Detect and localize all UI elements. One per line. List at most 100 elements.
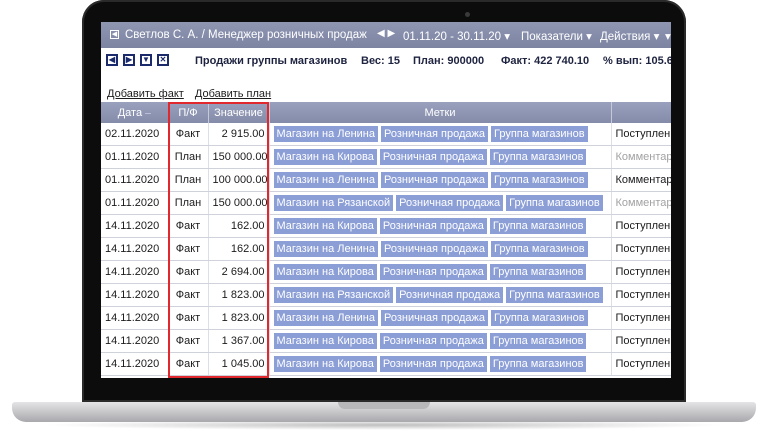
cell-date: 01.11.2020 <box>101 191 169 215</box>
tag-badge[interactable]: Розничная продажа <box>379 218 487 234</box>
dropdown-icon[interactable]: ▼ <box>140 54 152 66</box>
col-date-header[interactable]: Дата ─ <box>101 102 169 123</box>
add-fact-link[interactable]: Добавить факт <box>107 88 184 100</box>
cell-tags: Магазин на Ленина Розничная продажа Группа… <box>269 306 612 330</box>
prev-arrow-icon[interactable]: ◀ <box>377 28 385 39</box>
col-tags-label: Метки <box>424 106 456 119</box>
tag-badge[interactable]: Розничная продажа <box>396 287 504 303</box>
tag-badge[interactable]: Розничная продажа <box>396 195 504 211</box>
camera-dot <box>465 12 470 17</box>
table-row[interactable]: 14.11.2020 Факт 1 367.00 Магазин на Кирова Р… <box>101 329 671 353</box>
col-comment-header[interactable] <box>611 102 671 123</box>
tag-badge[interactable]: Группа магазинов <box>506 287 603 303</box>
toolbar: ◀ ▶ ▼ ✕ Продажи группы магазинов Вес: 15… <box>101 52 671 72</box>
cell-tags: Магазин на Кирова Розничная продажа Группа… <box>269 352 612 376</box>
group-title: Продажи группы магазинов <box>195 55 348 67</box>
tag-badge[interactable]: Магазин на Кирова <box>273 149 377 165</box>
cell-pf: Факт <box>168 352 209 376</box>
cell-comment: Поступлени <box>611 123 671 146</box>
cell-pf: Факт <box>168 237 209 261</box>
cell-comment: Поступлени <box>611 260 671 284</box>
tag-badge[interactable]: Магазин на Ленина <box>273 241 378 257</box>
tag-badge[interactable]: Группа магазинов <box>489 356 587 372</box>
table-row[interactable]: 14.11.2020 Факт 162.00 Магазин на Ленина Роз… <box>101 237 671 261</box>
cell-tags: Магазин на Кирова Розничная продажа Группа… <box>269 260 612 284</box>
tag-badge[interactable]: Магазин на Кирова <box>273 356 377 372</box>
tag-badge[interactable]: Магазин на Кирова <box>273 333 377 349</box>
table-row[interactable]: 01.11.2020 План 100 000.00 Магазин на Ленин… <box>101 168 671 192</box>
tag-badge[interactable]: Розничная продажа <box>379 264 487 280</box>
tag-badge[interactable]: Группа магазинов <box>491 126 588 142</box>
tag-badge[interactable]: Группа магазинов <box>489 149 587 165</box>
table-row[interactable]: 14.11.2020 Факт 1 823.00 Магазин на Рязанск… <box>101 283 671 307</box>
cell-tags: Магазин на Ленина Розничная продажа Группа… <box>269 168 612 192</box>
tag-badge[interactable]: Магазин на Рязанской <box>273 287 394 303</box>
tag-badge[interactable]: Магазин на Ленина <box>273 172 378 188</box>
back-icon[interactable]: ◀ <box>110 30 119 39</box>
cell-date: 01.11.2020 <box>101 145 169 169</box>
tag-badge[interactable]: Розничная продажа <box>380 310 488 326</box>
table-row[interactable]: 01.11.2020 План 150 000.00 Магазин на Киров… <box>101 145 671 169</box>
cell-comment: Поступлени <box>611 306 671 330</box>
col-date-label: Дата <box>117 106 143 119</box>
laptop-notch <box>338 402 430 409</box>
tag-badge[interactable]: Группа магазинов <box>489 218 587 234</box>
table-row[interactable]: 14.11.2020 Факт 162.00 Магазин на Кирова Роз… <box>101 214 671 238</box>
menu-actions[interactable]: Действия ▾ <box>600 29 659 43</box>
cell-value: 162.00 <box>208 214 270 238</box>
period-selector[interactable]: 01.11.20 - 30.11.20 ▾ <box>403 29 510 43</box>
col-value-header[interactable]: Значение <box>208 102 270 123</box>
tag-badge[interactable]: Группа магазинов <box>489 264 587 280</box>
cell-pf: Факт <box>168 260 209 284</box>
tag-badge[interactable]: Группа магазинов <box>491 172 588 188</box>
cell-date: 14.11.2020 <box>101 260 169 284</box>
tag-badge[interactable]: Магазин на Ленина <box>273 126 378 142</box>
table-row[interactable]: 14.11.2020 Факт 1 823.00 Магазин на Ленина Р… <box>101 306 671 330</box>
period-label: 01.11.20 - 30.11.20 <box>403 31 502 43</box>
tag-badge[interactable]: Магазин на Ленина <box>273 310 378 326</box>
period-nav[interactable]: ◀ ▶ <box>377 28 395 39</box>
col-tags-header[interactable]: Метки <box>269 102 612 123</box>
tag-badge[interactable]: Группа магазинов <box>489 333 587 349</box>
first-icon[interactable]: ◀ <box>106 54 118 66</box>
tag-badge[interactable]: Группа магазинов <box>491 310 588 326</box>
cell-pf: Факт <box>168 306 209 330</box>
table-row[interactable]: 14.11.2020 Факт 2 694.00 Магазин на Кирова Р… <box>101 260 671 284</box>
close-icon[interactable]: ✕ <box>157 54 169 66</box>
tag-badge[interactable]: Розничная продажа <box>379 333 487 349</box>
tag-badge[interactable]: Группа магазинов <box>491 241 588 257</box>
next-icon[interactable]: ▶ <box>123 54 135 66</box>
cell-date: 14.11.2020 <box>101 306 169 330</box>
cell-tags: Магазин на Кирова Розничная продажа Группа… <box>269 214 612 238</box>
tag-badge[interactable]: Розничная продажа <box>379 356 487 372</box>
menu-indicators[interactable]: Показатели ▾ <box>521 29 592 43</box>
caret-down-icon: ▾ <box>653 31 660 43</box>
next-arrow-icon[interactable]: ▶ <box>387 28 395 39</box>
table-row[interactable]: 02.11.2020 Факт 2 915.00 Магазин на Ленина Р… <box>101 123 671 146</box>
cell-value: 1 823.00 <box>208 306 270 330</box>
add-plan-link[interactable]: Добавить план <box>195 88 271 100</box>
table-row[interactable]: 01.11.2020 План 150 000.00 Магазин на Рязан… <box>101 191 671 215</box>
menu-extra[interactable]: ▾ <box>665 29 671 43</box>
cell-comment: Поступлени <box>611 329 671 353</box>
tag-badge[interactable]: Магазин на Кирова <box>273 264 377 280</box>
tag-badge[interactable]: Магазин на Рязанской <box>273 195 394 211</box>
col-pf-header[interactable]: П/Ф <box>168 102 209 123</box>
cell-pf: План <box>168 145 209 169</box>
tag-badge[interactable]: Розничная продажа <box>380 172 488 188</box>
tag-badge[interactable]: Группа магазинов <box>506 195 603 211</box>
cell-date: 14.11.2020 <box>101 214 169 238</box>
cell-tags: Магазин на Кирова Розничная продажа Группа… <box>269 329 612 353</box>
tag-badge[interactable]: Розничная продажа <box>380 126 488 142</box>
cell-comment: Комментари <box>611 145 671 169</box>
tag-badge[interactable]: Розничная продажа <box>380 241 488 257</box>
cell-tags: Магазин на Ленина Розничная продажа Группа… <box>269 237 612 261</box>
cell-value: 150 000.00 <box>208 145 270 169</box>
title-bar: ◀ Светлов С. А. / Менеджер розничных про… <box>101 22 671 48</box>
cell-tags: Магазин на Рязанской Розничная продажа Гру… <box>269 283 612 307</box>
tag-badge[interactable]: Магазин на Кирова <box>273 218 377 234</box>
cell-value: 1 367.00 <box>208 329 270 353</box>
tag-badge[interactable]: Розничная продажа <box>379 149 487 165</box>
cell-tags: Магазин на Кирова Розничная продажа Группа… <box>269 145 612 169</box>
table-row[interactable]: 14.11.2020 Факт 1 045.00 Магазин на Кирова Р… <box>101 352 671 376</box>
